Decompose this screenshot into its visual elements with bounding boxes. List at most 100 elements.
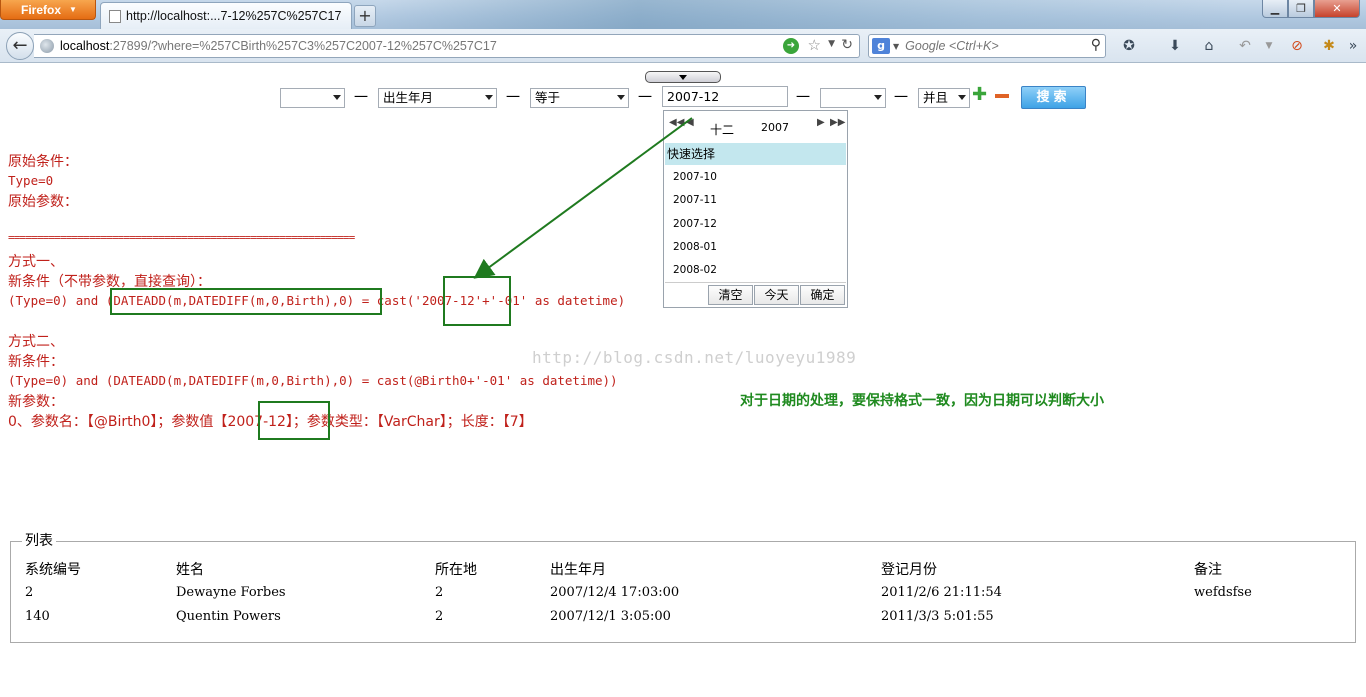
today-button[interactable]: 今天 bbox=[754, 285, 799, 305]
page-content: 一 出生年月 一 等于 一 2007-12 一 一 并且 ✚ 搜索 ◀◀ ◀ 十… bbox=[0, 64, 1366, 697]
back-button[interactable]: ← bbox=[6, 32, 34, 60]
table-cell: 140 bbox=[25, 609, 50, 624]
operator-select-value: 等于 bbox=[535, 90, 561, 105]
history-dropdown-icon[interactable]: ▼ bbox=[828, 39, 835, 49]
connector-select[interactable]: 并且 bbox=[918, 88, 970, 108]
url-path: :27899/?where=%257CBirth%257C3%257C2007-… bbox=[109, 39, 497, 53]
column-header[interactable]: 所在地 bbox=[435, 559, 477, 579]
table-cell: 2007/12/4 17:03:00 bbox=[550, 585, 680, 600]
original-params-label: 原始参数： bbox=[8, 194, 78, 210]
bookmarks-icon[interactable]: ✪ bbox=[1118, 35, 1140, 57]
go-arrow-icon[interactable]: ➜ bbox=[783, 38, 799, 54]
table-cell: 2 bbox=[435, 585, 444, 600]
original-condition-label: 原始条件： bbox=[8, 154, 78, 170]
url-text[interactable]: localhost:27899/?where=%257CBirth%257C3%… bbox=[60, 39, 497, 53]
separator-dash: 一 bbox=[638, 90, 652, 106]
new-condition-label: 新条件： bbox=[8, 354, 64, 370]
column-header[interactable]: 系统编号 bbox=[25, 559, 81, 579]
menu-overflow-icon[interactable]: » bbox=[1342, 35, 1364, 57]
field-select-2-value: 出生年月 bbox=[383, 90, 434, 105]
ok-button[interactable]: 确定 bbox=[800, 285, 845, 305]
picker-month[interactable]: 十二 bbox=[710, 121, 734, 138]
minimize-button[interactable]: ▁ bbox=[1262, 0, 1288, 18]
web-search-input[interactable] bbox=[905, 39, 1076, 53]
method-two-heading: 方式二、 bbox=[8, 334, 64, 350]
globe-icon bbox=[40, 39, 54, 53]
remove-condition-icon[interactable] bbox=[995, 94, 1009, 98]
picker-year[interactable]: 2007 bbox=[761, 121, 789, 134]
separator-dash: 一 bbox=[796, 90, 810, 106]
field-select-1[interactable] bbox=[280, 88, 345, 108]
column-header[interactable]: 登记月份 bbox=[881, 559, 937, 579]
field-select-5[interactable] bbox=[820, 88, 886, 108]
addon-icon[interactable]: ✱ bbox=[1318, 35, 1340, 57]
page-icon bbox=[109, 9, 121, 23]
url-bar[interactable]: localhost:27899/?where=%257CBirth%257C3%… bbox=[34, 34, 860, 58]
separator-line: ========================================… bbox=[8, 231, 355, 244]
watermark: http://blog.csdn.net/luoyeyu1989 bbox=[532, 348, 857, 367]
navigation-toolbar: localhost:27899/?where=%257CBirth%257C3%… bbox=[0, 29, 1366, 63]
new-tab-button[interactable]: + bbox=[354, 5, 376, 27]
google-engine-icon[interactable]: g bbox=[872, 38, 890, 54]
firefox-menu-button[interactable]: Firefox ▼ bbox=[0, 0, 96, 20]
drawer-toggle-button[interactable] bbox=[645, 71, 721, 83]
list-legend: 列表 bbox=[22, 530, 56, 550]
table-cell: Dewayne Forbes bbox=[176, 585, 286, 600]
column-header[interactable]: 出生年月 bbox=[550, 559, 606, 579]
table-cell: wefdsfse bbox=[1194, 585, 1252, 600]
close-window-button[interactable]: ✕ bbox=[1314, 0, 1360, 18]
operator-select[interactable]: 等于 bbox=[530, 88, 629, 108]
table-cell: 2 bbox=[25, 585, 34, 600]
separator-dash: 一 bbox=[894, 90, 908, 106]
chevron-down-icon bbox=[958, 95, 966, 100]
chevron-down-icon bbox=[874, 95, 882, 100]
url-host: localhost bbox=[60, 39, 110, 53]
tab-title: http://localhost:...7-12%257C%257C17 bbox=[126, 9, 342, 23]
param-detail-a: 0、参数名：【@Birth0】；参数值【 bbox=[8, 414, 228, 430]
date-handling-note: 对于日期的处理，要保持格式一致，因为日期可以判断大小 bbox=[740, 393, 1104, 409]
magnifier-icon[interactable]: ⚲ bbox=[1091, 37, 1101, 53]
separator-dash: 一 bbox=[354, 90, 368, 106]
table-cell: Quentin Powers bbox=[176, 609, 281, 624]
reload-icon[interactable]: ↻ bbox=[841, 37, 853, 53]
search-button[interactable]: 搜索 bbox=[1021, 86, 1086, 109]
bookmark-star-icon[interactable]: ☆ bbox=[808, 36, 821, 54]
tab-current[interactable]: http://localhost:...7-12%257C%257C17 bbox=[100, 2, 352, 29]
search-bar[interactable]: g ▼ ⚲ bbox=[868, 34, 1106, 58]
firefox-menu-label: Firefox bbox=[21, 2, 62, 17]
clear-button[interactable]: 清空 bbox=[708, 285, 753, 305]
home-icon[interactable]: ⌂ bbox=[1198, 35, 1220, 57]
undo-dropdown-icon[interactable]: ▼ bbox=[1258, 35, 1280, 57]
column-header[interactable]: 备注 bbox=[1194, 559, 1222, 579]
highlight-box-dateadd bbox=[110, 288, 382, 315]
engine-dropdown-icon[interactable]: ▼ bbox=[893, 42, 899, 51]
chevron-down-icon bbox=[485, 95, 493, 100]
table-cell: 2011/3/3 5:01:55 bbox=[881, 609, 994, 624]
table-cell: 2011/2/6 21:11:54 bbox=[881, 585, 1002, 600]
next-year-icon[interactable]: ▶▶ bbox=[830, 117, 845, 128]
title-bar: Firefox ▼ http://localhost:...7-12%257C%… bbox=[0, 0, 1366, 29]
separator-dash: 一 bbox=[506, 90, 520, 106]
undo-icon[interactable]: ↶ bbox=[1234, 35, 1256, 57]
downloads-icon[interactable]: ⬇ bbox=[1164, 35, 1186, 57]
table-cell: 2007/12/1 3:05:00 bbox=[550, 609, 671, 624]
title-bar-background bbox=[380, 0, 1240, 29]
field-select-2[interactable]: 出生年月 bbox=[378, 88, 497, 108]
chevron-down-icon bbox=[333, 95, 341, 100]
annotation-arrow bbox=[473, 117, 693, 279]
sql1-part-a: (Type=0) and bbox=[8, 293, 106, 308]
block-icon[interactable]: ⊘ bbox=[1286, 35, 1308, 57]
maximize-button[interactable]: ❐ bbox=[1288, 0, 1314, 18]
connector-select-value: 并且 bbox=[923, 90, 949, 105]
chevron-down-icon bbox=[617, 95, 625, 100]
original-condition: Type=0 bbox=[8, 173, 54, 188]
chevron-down-icon: ▼ bbox=[69, 5, 77, 14]
next-month-icon[interactable]: ▶ bbox=[817, 117, 825, 128]
new-params-label: 新参数： bbox=[8, 394, 64, 410]
table-cell: 2 bbox=[435, 609, 444, 624]
add-condition-icon[interactable]: ✚ bbox=[972, 86, 987, 104]
date-value-input[interactable]: 2007-12 bbox=[662, 86, 788, 107]
sql-with-param: (Type=0) and (DATEADD(m,DATEDIFF(m,0,Bir… bbox=[8, 373, 618, 388]
highlight-box-param bbox=[258, 401, 330, 440]
column-header[interactable]: 姓名 bbox=[176, 559, 204, 579]
